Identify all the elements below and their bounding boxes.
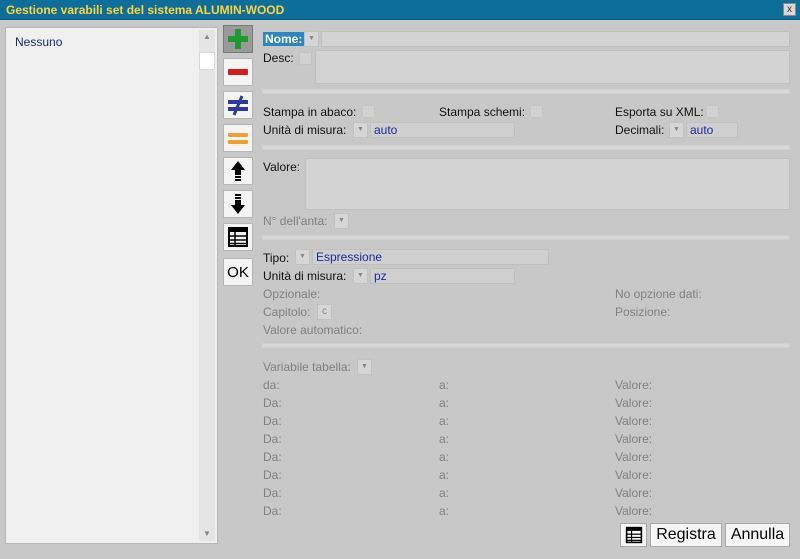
ok-label: OK — [227, 263, 249, 281]
separator-1 — [262, 89, 790, 94]
row-from-label: Da: — [263, 450, 282, 464]
valore-automatico-label: Valore automatico: — [263, 323, 363, 337]
stampa-abaco-checkbox[interactable] — [362, 105, 375, 118]
desc-checkbox[interactable] — [299, 52, 312, 65]
row-value-label: Valore: — [615, 396, 653, 410]
no-opzione-label: No opzione dati: — [615, 287, 702, 301]
table-icon — [625, 526, 642, 544]
arrow-down-icon — [231, 194, 245, 214]
valore-label: Valore: — [263, 160, 301, 174]
decimali-label: Decimali: — [615, 123, 665, 137]
row-to-label: a: — [439, 486, 450, 500]
tipo-label: Tipo: — [263, 251, 290, 265]
close-button[interactable]: x — [783, 3, 796, 16]
plus-icon — [228, 29, 248, 49]
annulla-button[interactable]: Annulla — [725, 523, 790, 547]
move-up-button[interactable] — [223, 157, 253, 185]
row-value-label: Valore: — [615, 468, 653, 482]
n-anta-dropdown[interactable]: ▼ — [334, 213, 349, 229]
table-icon — [228, 227, 248, 247]
ok-button[interactable]: OK — [223, 258, 253, 286]
row-from-label: da: — [263, 378, 280, 392]
n-anta-label: N° dell'anta: — [263, 214, 328, 228]
stampa-abaco-label: Stampa in abaco: — [263, 105, 357, 119]
equal-button[interactable] — [223, 124, 253, 152]
unita-misura-label: Unità di misura: — [263, 123, 347, 137]
unita-misura-dropdown[interactable]: ▼ — [353, 122, 368, 138]
form-panel: Nome: ▼ Desc: Stampa in abaco: Stampa sc… — [258, 25, 796, 552]
separator-3 — [262, 235, 790, 240]
row-value-label: Valore: — [615, 450, 653, 464]
not-equal-icon — [228, 95, 248, 116]
decimali-dropdown[interactable]: ▼ — [669, 122, 684, 138]
row-from-label: Da: — [263, 432, 282, 446]
row-to-label: a: — [439, 378, 450, 392]
row-from-label: Da: — [263, 486, 282, 500]
row-value-label: Valore: — [615, 414, 653, 428]
registra-button[interactable]: Registra — [650, 523, 722, 547]
capitolo-label: Capitolo: — [263, 305, 311, 319]
scroll-up-icon[interactable]: ▲ — [199, 30, 215, 44]
esporta-xml-checkbox[interactable] — [706, 105, 719, 118]
stampa-schemi-checkbox[interactable] — [530, 105, 543, 118]
decimali-field[interactable]: auto — [686, 122, 738, 138]
variables-list[interactable]: Nessuno ▲ ▼ — [5, 27, 218, 544]
row-value-label: Valore: — [615, 486, 653, 500]
row-value-label: Valore: — [615, 432, 653, 446]
not-equal-button[interactable] — [223, 91, 253, 119]
nome-label: Nome: — [263, 32, 305, 46]
opzionale-label: Opzionale: — [263, 287, 321, 301]
variabile-tabella-dropdown[interactable]: ▼ — [357, 359, 372, 375]
unita-misura2-field[interactable]: pz — [370, 268, 515, 284]
row-to-label: a: — [439, 468, 450, 482]
nome-input[interactable] — [321, 31, 790, 47]
row-value-label: Valore: — [615, 504, 653, 518]
table-button[interactable] — [223, 223, 253, 251]
row-to-label: a: — [439, 432, 450, 446]
remove-button[interactable] — [223, 58, 253, 86]
tipo-dropdown[interactable]: ▼ — [295, 249, 310, 265]
row-to-label: a: — [439, 396, 450, 410]
list-item[interactable]: Nessuno — [15, 35, 62, 49]
equal-icon — [228, 133, 248, 144]
separator-2 — [262, 145, 790, 150]
posizione-label: Posizione: — [615, 305, 671, 319]
title-bar: Gestione varabili set del sistema ALUMIN… — [0, 0, 800, 20]
unita-misura-field[interactable]: auto — [370, 122, 515, 138]
row-from-label: Da: — [263, 396, 282, 410]
desc-input[interactable] — [315, 50, 790, 84]
row-to-label: a: — [439, 450, 450, 464]
esporta-xml-label: Esporta su XML: — [615, 105, 704, 119]
arrow-up-icon — [231, 161, 245, 181]
row-value-label: Valore: — [615, 378, 653, 392]
minus-icon — [228, 69, 248, 75]
move-down-button[interactable] — [223, 190, 253, 218]
scroll-thumb[interactable] — [199, 52, 215, 70]
window-title: Gestione varabili set del sistema ALUMIN… — [6, 3, 285, 17]
nome-dropdown[interactable]: ▼ — [304, 31, 319, 47]
desc-label: Desc: — [263, 51, 294, 65]
stampa-schemi-label: Stampa schemi: — [439, 105, 526, 119]
capitolo-field[interactable]: c — [317, 304, 332, 320]
tipo-field[interactable]: Espressione — [312, 249, 549, 265]
list-scrollbar[interactable]: ▲ ▼ — [199, 30, 215, 541]
row-to-label: a: — [439, 504, 450, 518]
unita-misura2-dropdown[interactable]: ▼ — [353, 268, 368, 284]
print-table-button[interactable] — [620, 523, 647, 547]
unita-misura2-label: Unità di misura: — [263, 269, 347, 283]
row-from-label: Da: — [263, 504, 282, 518]
row-from-label: Da: — [263, 468, 282, 482]
row-to-label: a: — [439, 414, 450, 428]
row-from-label: Da: — [263, 414, 282, 428]
scroll-down-icon[interactable]: ▼ — [199, 527, 215, 541]
separator-4 — [262, 343, 790, 348]
variabile-tabella-label: Variabile tabella: — [263, 360, 351, 374]
add-button[interactable] — [223, 25, 253, 53]
valore-input[interactable] — [305, 158, 790, 210]
